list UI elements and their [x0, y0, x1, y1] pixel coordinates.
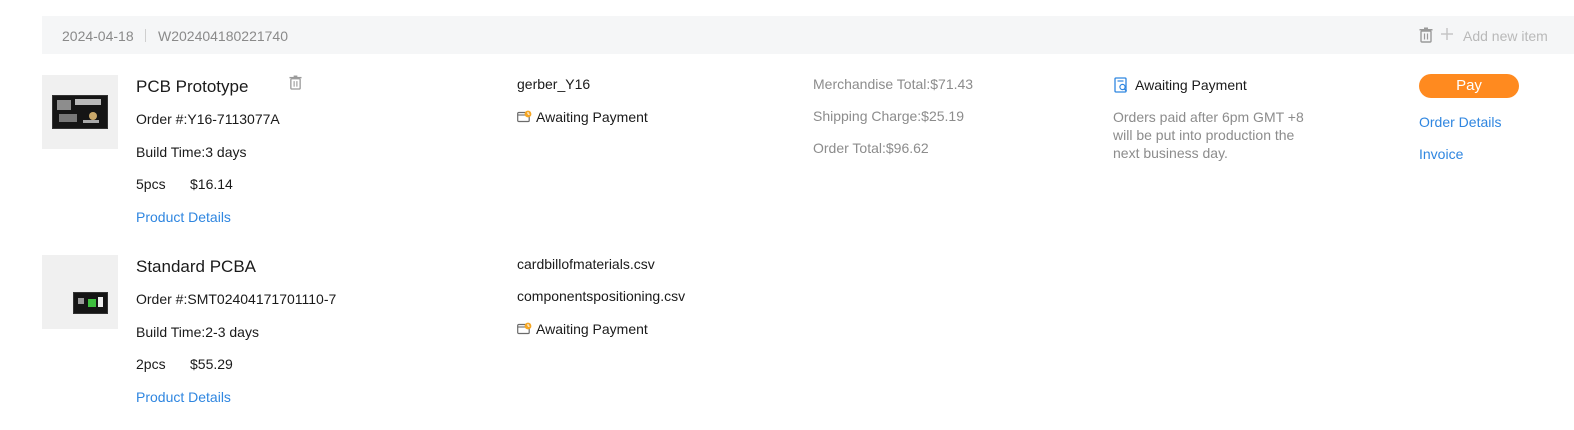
file-name[interactable]: cardbillofmaterials.csv: [517, 256, 655, 272]
build-time: Build Time:2-3 days: [136, 324, 259, 340]
delete-item-icon[interactable]: [289, 75, 302, 95]
order-date: 2024-04-18: [62, 28, 134, 44]
shipping-charge: Shipping Charge:$25.19: [813, 108, 965, 124]
order-number: Order #:SMT02404171701110-7: [136, 291, 337, 307]
pcb-image: [52, 95, 108, 129]
file-name[interactable]: gerber_Y16: [517, 76, 590, 92]
product-thumbnail: [42, 75, 118, 149]
payment-note: Orders paid after 6pm GMT +8 will be put…: [1113, 109, 1304, 161]
product-details-link[interactable]: Product Details: [136, 389, 231, 405]
item-title: Standard PCBA: [136, 257, 257, 276]
order-details-link[interactable]: Order Details: [1419, 114, 1501, 130]
wallet-clock-icon: [517, 110, 532, 128]
product-details-link[interactable]: Product Details: [136, 209, 231, 225]
add-new-item-button[interactable]: Add new item: [1463, 28, 1548, 44]
quantity: 5pcs: [136, 176, 166, 192]
product-thumbnail: [42, 255, 118, 329]
order-group-header: 2024-04-18 W202404180221740 Add new item: [42, 16, 1574, 54]
item-status: Awaiting Payment: [536, 109, 648, 125]
order-group-number: W202404180221740: [158, 28, 289, 44]
item-price: $55.29: [190, 356, 233, 372]
invoice-link[interactable]: Invoice: [1419, 146, 1463, 162]
plus-icon[interactable]: [1440, 27, 1454, 46]
trash-icon[interactable]: [1419, 27, 1433, 48]
wallet-clock-icon: [517, 322, 532, 340]
pay-button[interactable]: Pay: [1419, 74, 1519, 98]
header-divider: [145, 29, 146, 42]
payment-status: Awaiting Payment: [1135, 77, 1247, 93]
document-search-icon: [1114, 77, 1129, 98]
build-time: Build Time:3 days: [136, 144, 247, 160]
item-price: $16.14: [190, 176, 233, 192]
item-title: PCB Prototype: [136, 77, 249, 96]
item-status: Awaiting Payment: [536, 321, 648, 337]
order-total: Order Total:$96.62: [813, 140, 929, 156]
order-number: Order #:Y16-7113077A: [136, 111, 280, 127]
quantity: 2pcs: [136, 356, 166, 372]
pcba-image: [73, 292, 108, 314]
file-name[interactable]: componentspositioning.csv: [517, 288, 685, 304]
merchandise-total: Merchandise Total:$71.43: [813, 76, 974, 92]
